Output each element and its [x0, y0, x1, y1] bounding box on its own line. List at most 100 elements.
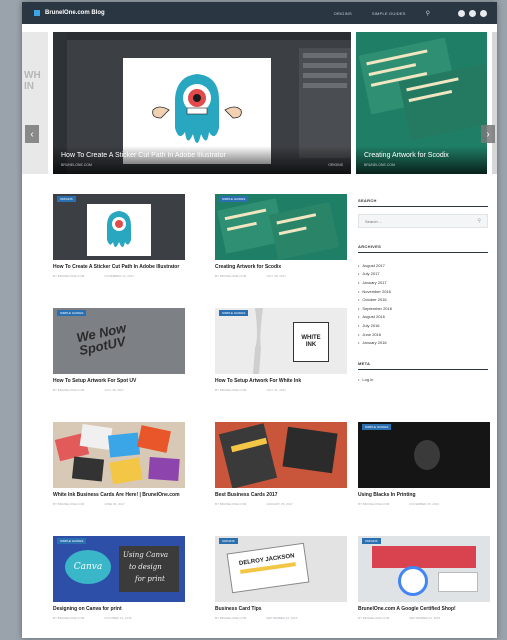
post-date: SEPTEMBER 14, 2016	[266, 616, 298, 620]
top-nav: ORIGINS SIMPLE GUIDES ⚲	[334, 9, 487, 17]
post-tag[interactable]: SIMPLE GUIDES	[362, 424, 392, 430]
sidebar-search-box[interactable]: ⚲	[358, 214, 488, 228]
slider-prev-arrow-icon[interactable]: ‹	[25, 125, 39, 143]
search-icon[interactable]: ⚲	[477, 218, 481, 224]
post-title[interactable]: Using Blacks In Printing	[358, 492, 490, 499]
social-icon-3[interactable]	[480, 9, 487, 17]
post-tag[interactable]: ORIGINS	[57, 196, 76, 202]
post-author: BY BRUNELONE.COM	[215, 274, 247, 278]
top-bar: BrunelOne.com Blog ORIGINS SIMPLE GUIDES…	[22, 2, 497, 24]
sidebar-search-input[interactable]	[365, 218, 478, 224]
post-title[interactable]: Business Card Tips	[215, 606, 347, 613]
post-thumbnail[interactable]: SIMPLE GUIDES	[358, 422, 490, 488]
slide-main-author: BRUNELONE.COM	[61, 163, 92, 167]
white-ink-text: WHITE INK	[301, 335, 321, 348]
post-thumbnail[interactable]	[215, 422, 347, 488]
social-icon-1[interactable]	[458, 9, 465, 17]
post-thumbnail[interactable]: ORIGINS	[358, 536, 490, 602]
post-title[interactable]: Creating Artwork for Scodix	[215, 264, 347, 271]
search-widget-title: SEARCH	[358, 198, 488, 207]
slide-second-author: BRUNELONE.COM	[364, 163, 395, 167]
slide-second-title[interactable]: Creating Artwork for Scodix	[364, 152, 479, 159]
archive-link[interactable]: October 2016	[358, 295, 488, 304]
slide-second-caption: Creating Artwork for Scodix BRUNELONE.CO…	[356, 146, 487, 174]
post-thumbnail[interactable]: DELROY JACKSON ORIGINS	[215, 536, 347, 602]
post-card[interactable]: WHITE INK SIMPLE GUIDES How To Setup Art…	[215, 308, 347, 392]
search-icon[interactable]: ⚲	[426, 10, 430, 17]
archive-link[interactable]: July 2016	[358, 321, 488, 330]
post-date: NOVEMBER 25, 2016	[409, 502, 439, 506]
post-title[interactable]: How To Setup Artwork For White Ink	[215, 378, 347, 385]
post-tag[interactable]: SIMPLE GUIDES	[57, 310, 87, 316]
sidebar: SEARCH ⚲ ARCHIVES August 2017 July 2017 …	[358, 198, 488, 382]
post-title[interactable]: Best Business Cards 2017	[215, 492, 347, 499]
post-date: JUNE 30, 2017	[104, 502, 125, 506]
post-tag[interactable]: SIMPLE GUIDES	[219, 310, 249, 316]
post-title[interactable]: How To Setup Artwork For Spot UV	[53, 378, 185, 385]
post-author: BY BRUNELONE.COM	[53, 502, 85, 506]
post-date: JULY 28, 2017	[266, 274, 286, 278]
post-title[interactable]: White Ink Business Cards Are Here! | Bru…	[53, 492, 185, 499]
slide-peek-left-text: WH IN	[24, 70, 41, 92]
archive-link[interactable]: June 2016	[358, 330, 488, 339]
post-title[interactable]: Designing on Canva for print	[53, 606, 185, 613]
post-date: OCTOBER 12, 2016	[104, 616, 132, 620]
meta-list: Log in	[358, 377, 488, 382]
login-link[interactable]: Log in	[358, 377, 488, 382]
post-thumbnail[interactable]	[53, 422, 185, 488]
archive-link[interactable]: January 2017	[358, 278, 488, 287]
archive-link[interactable]: August 2017	[358, 261, 488, 270]
meta-widget-title: META	[358, 361, 488, 370]
post-card[interactable]: ORIGINS BrunelOne.com A Google Certified…	[358, 536, 490, 620]
archive-link[interactable]: January 2016	[358, 338, 488, 347]
post-thumbnail[interactable]: ORIGINS	[53, 194, 185, 260]
post-card[interactable]: White Ink Business Cards Are Here! | Bru…	[53, 422, 185, 506]
nav-simple-guides[interactable]: SIMPLE GUIDES	[372, 11, 406, 16]
post-tag[interactable]: ORIGINS	[362, 538, 381, 544]
slide-main[interactable]: How To Create A Sticker Cut Path In Adob…	[53, 32, 351, 174]
archive-link[interactable]: August 2016	[358, 313, 488, 322]
post-tag[interactable]: ORIGINS	[219, 538, 238, 544]
slide-peek-left[interactable]: WH IN	[22, 32, 48, 174]
slide-peek-right[interactable]	[492, 32, 497, 174]
post-tag[interactable]: SIMPLE GUIDES	[57, 538, 87, 544]
archives-widget-title: ARCHIVES	[358, 244, 488, 253]
canva-logo: Canva	[73, 562, 103, 572]
post-date: NOVEMBER 10, 2017	[104, 274, 134, 278]
post-author: BY BRUNELONE.COM	[358, 502, 390, 506]
post-author: BY BRUNELONE.COM	[53, 616, 85, 620]
post-card[interactable]: DELROY JACKSON ORIGINS Business Card Tip…	[215, 536, 347, 620]
post-card[interactable]: We Now SpotUV SIMPLE GUIDES How To Setup…	[53, 308, 185, 392]
post-title[interactable]: How To Create A Sticker Cut Path In Adob…	[53, 264, 185, 271]
slide-second[interactable]: Creating Artwork for Scodix BRUNELONE.CO…	[356, 32, 487, 174]
post-card[interactable]: ORIGINS How To Create A Sticker Cut Path…	[53, 194, 185, 278]
post-thumbnail[interactable]: Canva Using Canva to design for print SI…	[53, 536, 185, 602]
archive-link[interactable]: November 2016	[358, 287, 488, 296]
post-thumbnail[interactable]: We Now SpotUV SIMPLE GUIDES	[53, 308, 185, 374]
page-frame: BrunelOne.com Blog ORIGINS SIMPLE GUIDES…	[22, 2, 497, 638]
social-icon-2[interactable]	[469, 9, 476, 17]
post-tag[interactable]: SIMPLE GUIDES	[219, 196, 249, 202]
post-title[interactable]: BrunelOne.com A Google Certified Shop!	[358, 606, 490, 613]
archive-link[interactable]: July 2017	[358, 270, 488, 279]
site-brand[interactable]: BrunelOne.com Blog	[45, 10, 105, 16]
post-thumbnail[interactable]: SIMPLE GUIDES	[215, 194, 347, 260]
logo-mark-icon[interactable]	[34, 10, 40, 16]
nav-origins[interactable]: ORIGINS	[334, 11, 352, 16]
slider-next-arrow-icon[interactable]: ›	[481, 125, 495, 143]
post-date: SEPTEMBER 01, 2016	[409, 616, 441, 620]
archive-link[interactable]: September 2016	[358, 304, 488, 313]
slide-main-title[interactable]: How To Create A Sticker Cut Path In Adob…	[61, 152, 343, 159]
app-menu-bar	[53, 32, 351, 40]
canva-line-2: to design	[129, 563, 162, 571]
post-thumbnail[interactable]: WHITE INK SIMPLE GUIDES	[215, 308, 347, 374]
post-card[interactable]: SIMPLE GUIDES Creating Artwork for Scodi…	[215, 194, 347, 278]
post-card[interactable]: Best Business Cards 2017 BY BRUNELONE.CO…	[215, 422, 347, 506]
post-author: BY BRUNELONE.COM	[215, 502, 247, 506]
slide-main-caption: How To Create A Sticker Cut Path In Adob…	[53, 146, 351, 174]
slide-main-category[interactable]: ORIGINS	[328, 163, 343, 167]
featured-slider: WH IN How To Create A Sticker Cut Path I…	[22, 32, 497, 174]
post-author: BY BRUNELONE.COM	[358, 616, 390, 620]
post-card[interactable]: SIMPLE GUIDES Using Blacks In Printing B…	[358, 422, 490, 506]
post-card[interactable]: Canva Using Canva to design for print SI…	[53, 536, 185, 620]
